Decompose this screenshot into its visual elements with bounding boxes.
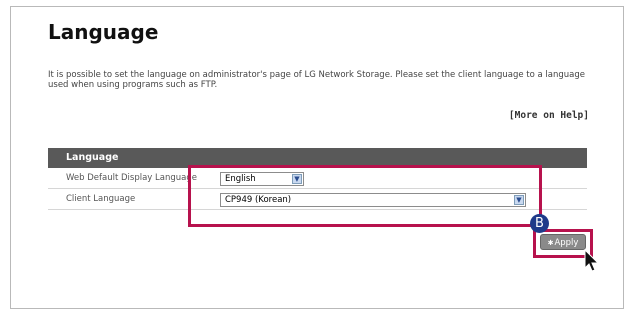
gear-icon: ✱ <box>547 239 554 247</box>
more-on-help-link[interactable]: [More on Help] <box>509 110 589 121</box>
web-default-language-label: Web Default Display Language <box>66 173 197 183</box>
callout-marker: B <box>530 214 549 233</box>
client-language-label: Client Language <box>66 194 136 204</box>
page-description: It is possible to set the language on ad… <box>48 70 586 90</box>
page-title: Language <box>48 20 159 44</box>
apply-button[interactable]: ✱Apply <box>540 234 586 250</box>
apply-label: Apply <box>554 238 579 248</box>
highlight-box-language-fields <box>188 165 542 227</box>
mouse-cursor-icon <box>584 249 600 272</box>
